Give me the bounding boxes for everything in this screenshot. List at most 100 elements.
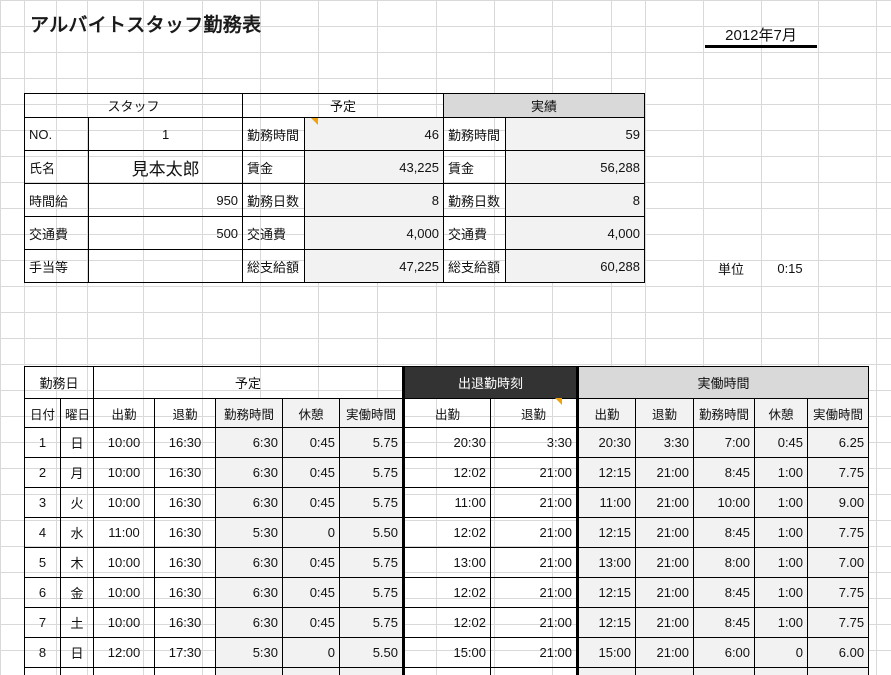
period-cell[interactable]: 2012年7月 xyxy=(705,23,817,48)
cell-punch-out[interactable]: 21:00 xyxy=(490,457,580,488)
cell-punch-in[interactable] xyxy=(402,667,492,675)
cell-act-break: 0 xyxy=(754,637,809,668)
cell-plan-out[interactable] xyxy=(154,667,217,675)
cell-punch-in[interactable]: 11:00 xyxy=(402,487,492,518)
cell-plan-net: 5.75 xyxy=(339,607,405,638)
cell-plan-in[interactable] xyxy=(93,667,156,675)
summary-plan-value[interactable]: 47,225 xyxy=(304,249,444,283)
cell-punch-out[interactable] xyxy=(490,667,580,675)
cell-plan-out[interactable]: 16:30 xyxy=(154,457,217,488)
cell-plan-in[interactable]: 12:00 xyxy=(93,637,156,668)
summary-plan-label: 交通費 xyxy=(242,216,306,250)
cell-plan-out[interactable]: 16:30 xyxy=(154,547,217,578)
summary-actual-value[interactable]: 56,288 xyxy=(504,150,646,184)
cell-plan-out[interactable]: 17:30 xyxy=(154,637,217,668)
cell-plan-in[interactable]: 10:00 xyxy=(93,457,156,488)
cell-plan-break: 0 xyxy=(282,517,341,548)
summary-row: 氏名 見本太郎 賃金 43,225 賃金 56,288 xyxy=(23,150,646,184)
cell-act-net: 9.00 xyxy=(807,487,870,518)
cell-plan-break: 0 xyxy=(282,637,341,668)
cell-act-net xyxy=(807,667,870,675)
summary-left-label: NO. xyxy=(23,117,90,151)
cell-act-break: 0:45 xyxy=(754,427,809,458)
cell-dow: 月 xyxy=(59,667,95,675)
summary-actual-value[interactable]: 4,000 xyxy=(504,216,646,250)
cell-plan-net: 5.75 xyxy=(339,457,405,488)
cell-act-out: 21:00 xyxy=(635,577,695,608)
cell-dow: 日 xyxy=(59,427,95,458)
summary-left-value[interactable]: 500 xyxy=(88,216,244,250)
comment-marker-icon xyxy=(555,398,562,405)
cell-plan-out[interactable]: 16:30 xyxy=(154,517,217,548)
cell-act-break xyxy=(754,667,809,675)
cell-plan-in[interactable]: 10:00 xyxy=(93,487,156,518)
cell-punch-out[interactable]: 21:00 xyxy=(490,607,580,638)
cell-punch-in[interactable]: 12:02 xyxy=(402,457,492,488)
summary-header-plan: 予定 xyxy=(242,93,444,118)
cell-punch-in[interactable]: 15:00 xyxy=(402,637,492,668)
cell-plan-out[interactable]: 16:30 xyxy=(154,577,217,608)
cell-plan-hours: 6:30 xyxy=(215,457,284,488)
unit-value[interactable]: 0:15 xyxy=(762,255,818,281)
cell-plan-in[interactable]: 10:00 xyxy=(93,607,156,638)
summary-header-staff: スタッフ xyxy=(23,93,244,118)
cell-plan-hours: 6:30 xyxy=(215,487,284,518)
table-row: 5 木 10:00 16:30 6:30 0:45 5.75 13:00 21:… xyxy=(24,547,870,578)
cell-plan-in[interactable]: 10:00 xyxy=(93,577,156,608)
summary-actual-value[interactable]: 60,288 xyxy=(504,249,646,283)
summary-plan-value[interactable]: 4,000 xyxy=(304,216,444,250)
cell-plan-in[interactable]: 10:00 xyxy=(93,427,156,458)
cell-punch-out[interactable]: 21:00 xyxy=(490,637,580,668)
cell-act-break: 1:00 xyxy=(754,547,809,578)
cell-act-break: 1:00 xyxy=(754,517,809,548)
summary-left-value[interactable] xyxy=(88,249,244,283)
summary-row: NO. 1 勤務時間 46 勤務時間 59 xyxy=(23,117,646,151)
summary-row: 手当等 総支給額 47,225 総支給額 60,288 xyxy=(23,249,646,283)
summary-actual-value[interactable]: 8 xyxy=(504,183,646,217)
cell-plan-break: 0:45 xyxy=(282,487,341,518)
cell-plan-hours: 6:30 xyxy=(215,547,284,578)
cell-plan-net: 5.75 xyxy=(339,577,405,608)
cell-plan-hours: 6:30 xyxy=(215,607,284,638)
cell-act-hours: 8:45 xyxy=(693,457,756,488)
col-header-act-out: 退勤 xyxy=(635,398,695,428)
summary-left-label: 交通費 xyxy=(23,216,90,250)
cell-plan-in[interactable]: 10:00 xyxy=(93,547,156,578)
cell-plan-hours: 5:30 xyxy=(215,637,284,668)
summary-plan-value[interactable]: 43,225 xyxy=(304,150,444,184)
cell-act-hours: 10:00 xyxy=(693,487,756,518)
cell-punch-out[interactable]: 21:00 xyxy=(490,577,580,608)
cell-plan-out[interactable]: 16:30 xyxy=(154,427,217,458)
cell-punch-in[interactable]: 13:00 xyxy=(402,547,492,578)
summary-left-value[interactable]: 950 xyxy=(88,183,244,217)
summary-actual-value[interactable]: 59 xyxy=(504,117,646,151)
cell-act-break: 1:00 xyxy=(754,577,809,608)
cell-plan-hours: 6:30 xyxy=(215,427,284,458)
cell-plan-out[interactable]: 16:30 xyxy=(154,487,217,518)
cell-punch-in[interactable]: 12:02 xyxy=(402,577,492,608)
cell-punch-in[interactable]: 20:30 xyxy=(402,427,492,458)
cell-punch-out[interactable]: 21:00 xyxy=(490,547,580,578)
cell-plan-out[interactable]: 16:30 xyxy=(154,607,217,638)
group-header-workday: 勤務日 xyxy=(23,366,95,399)
summary-left-value[interactable]: 見本太郎 xyxy=(88,150,244,184)
cell-plan-break: 0:45 xyxy=(282,577,341,608)
summary-left-value[interactable]: 1 xyxy=(88,117,244,151)
cell-act-break: 1:00 xyxy=(754,607,809,638)
table-row: 3 火 10:00 16:30 6:30 0:45 5.75 11:00 21:… xyxy=(24,487,870,518)
summary-plan-value[interactable]: 46 xyxy=(304,117,444,151)
summary-plan-value[interactable]: 8 xyxy=(304,183,444,217)
cell-act-in: 12:15 xyxy=(577,457,637,488)
summary-table: スタッフ 予定 実績 NO. 1 勤務時間 46 勤務時間 59 氏名 見本太郎… xyxy=(23,93,646,283)
summary-plan-label: 総支給額 xyxy=(242,249,306,283)
cell-dow: 土 xyxy=(59,607,95,638)
cell-punch-in[interactable]: 12:02 xyxy=(402,517,492,548)
cell-punch-in[interactable]: 12:02 xyxy=(402,607,492,638)
cell-act-hours: 8:45 xyxy=(693,577,756,608)
cell-dow: 水 xyxy=(59,517,95,548)
cell-punch-out[interactable]: 3:30 xyxy=(490,427,580,458)
cell-punch-out[interactable]: 21:00 xyxy=(490,517,580,548)
cell-punch-out[interactable]: 21:00 xyxy=(490,487,580,518)
cell-act-net: 7.75 xyxy=(807,457,870,488)
cell-plan-in[interactable]: 11:00 xyxy=(93,517,156,548)
